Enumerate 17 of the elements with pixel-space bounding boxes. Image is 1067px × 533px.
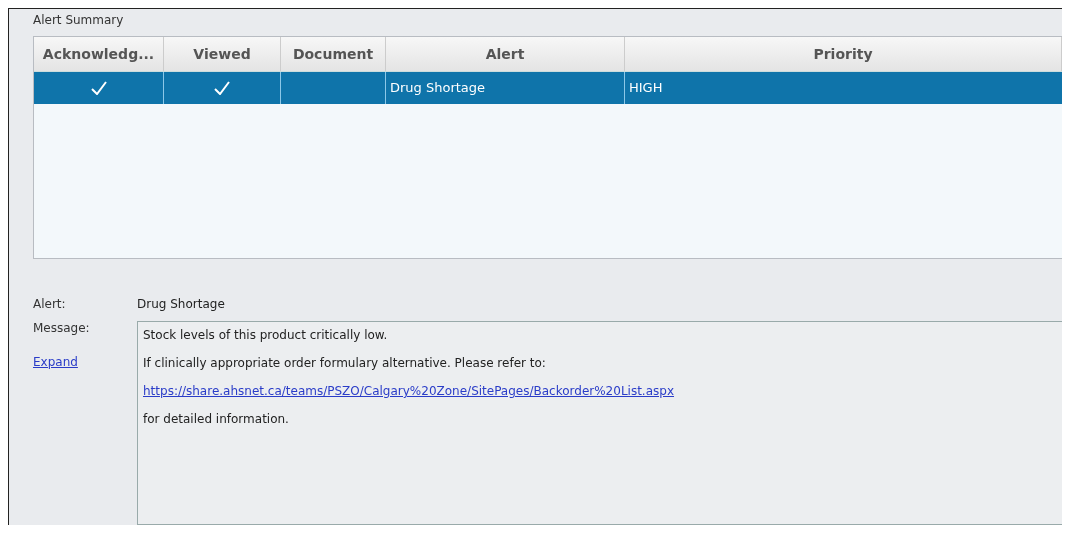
field-value: Drug Shortage xyxy=(137,297,226,311)
column-header[interactable]: Acknowledg... xyxy=(34,36,164,71)
expand-link[interactable]: Expand xyxy=(33,355,137,369)
column-header[interactable]: Viewed xyxy=(164,36,281,71)
table-row[interactable]: Drug Shortage HIGH xyxy=(34,71,1062,104)
message-line: If clinically appropriate order formulary alternative. Please refer to: xyxy=(143,356,547,370)
column-header[interactable]: Priority xyxy=(625,36,1062,71)
field-label: Alert: xyxy=(33,297,67,311)
table-cell: HIGH xyxy=(629,80,663,95)
message-line: Stock levels of this product critically low. xyxy=(143,328,389,342)
column-header[interactable]: Alert xyxy=(386,36,625,71)
group-title: Alert Summary xyxy=(33,13,125,29)
field-label: Message: xyxy=(33,321,91,335)
column-header[interactable]: Document xyxy=(281,36,386,71)
table-cell: Drug Shortage xyxy=(390,80,486,95)
message-line: for detailed information. xyxy=(143,412,290,426)
message-link[interactable]: https://share.ahsnet.ca/teams/PSZO/Calgary%20Zone/SitePages/Backorder%20List.aspx xyxy=(143,384,1057,398)
